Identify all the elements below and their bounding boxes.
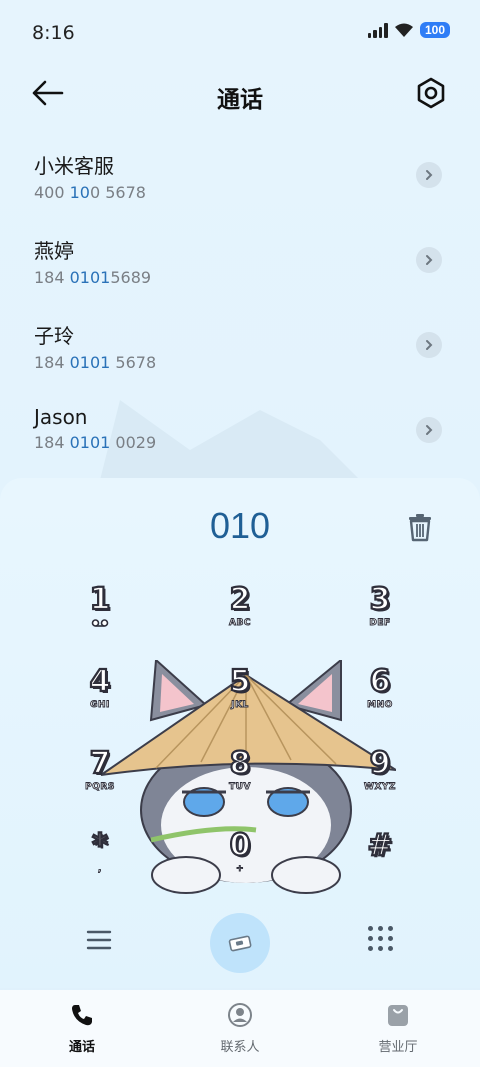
contact-name: Jason bbox=[34, 405, 88, 429]
key-7[interactable]: 7 PQRS bbox=[45, 745, 155, 816]
contact-row[interactable]: 小米客服 400 100 5678 bbox=[0, 134, 480, 219]
key-9[interactable]: 9 WXYZ bbox=[325, 745, 435, 816]
contact-row[interactable]: 燕婷 184 01015689 bbox=[0, 219, 480, 304]
chevron-right-icon bbox=[426, 425, 433, 435]
voicemail-icon bbox=[45, 618, 155, 631]
hamburger-icon bbox=[86, 930, 112, 950]
tab-store[interactable]: 营业厅 bbox=[348, 1002, 448, 1055]
key-2[interactable]: 2 ABC bbox=[185, 581, 295, 652]
key-1[interactable]: 1 bbox=[45, 581, 155, 652]
contact-number: 184 0101 5678 bbox=[34, 353, 157, 372]
menu-button[interactable] bbox=[86, 928, 112, 952]
contact-row[interactable]: Jason 184 0101 0029 bbox=[0, 389, 480, 474]
chevron-right-icon bbox=[426, 255, 433, 265]
tab-contacts-label: 联系人 bbox=[220, 1040, 260, 1055]
contact-detail-button[interactable] bbox=[416, 247, 442, 273]
phone-icon bbox=[72, 1005, 92, 1026]
key-4[interactable]: 4 GHI bbox=[45, 663, 155, 734]
contact-name: 小米客服 bbox=[34, 154, 114, 178]
contact-number: 400 100 5678 bbox=[34, 183, 146, 202]
contact-detail-button[interactable] bbox=[416, 162, 442, 188]
contact-number: 184 01015689 bbox=[34, 268, 152, 287]
key-8[interactable]: 8 TUV bbox=[185, 745, 295, 816]
user-circle-icon bbox=[228, 1003, 252, 1027]
tab-contacts[interactable]: 联系人 bbox=[190, 1002, 290, 1055]
contact-name: 燕婷 bbox=[34, 239, 74, 263]
key-star[interactable]: *, bbox=[45, 827, 155, 898]
signal-icon bbox=[367, 22, 388, 38]
status-bar: 8:16 100 bbox=[0, 0, 480, 68]
status-time: 8:16 bbox=[32, 22, 75, 44]
battery-icon: 100 bbox=[419, 22, 450, 38]
settings-button[interactable] bbox=[414, 76, 448, 110]
chevron-right-icon bbox=[426, 170, 433, 180]
key-0[interactable]: 0 + bbox=[185, 827, 295, 898]
delete-button[interactable] bbox=[406, 512, 434, 542]
contact-list: 小米客服 400 100 5678 燕婷 184 01015689 子玲 184… bbox=[0, 134, 480, 474]
contact-detail-button[interactable] bbox=[416, 417, 442, 443]
contact-detail-button[interactable] bbox=[416, 332, 442, 358]
tab-store-label: 营业厅 bbox=[378, 1040, 418, 1055]
phone-icon bbox=[228, 935, 252, 952]
wifi-icon bbox=[394, 22, 414, 38]
contact-row[interactable]: 子玲 184 0101 5678 bbox=[0, 304, 480, 389]
contact-number: 184 0101 0029 bbox=[34, 433, 157, 452]
key-5[interactable]: 5 JKL bbox=[185, 663, 295, 734]
contact-name: 子玲 bbox=[34, 324, 74, 348]
gear-icon bbox=[417, 77, 445, 109]
key-3[interactable]: 3 DEF bbox=[325, 581, 435, 652]
call-button[interactable] bbox=[210, 913, 270, 973]
trash-icon bbox=[409, 514, 431, 542]
status-icons: 100 bbox=[367, 22, 450, 38]
bottom-nav: 通话 联系人 营业厅 bbox=[0, 990, 480, 1067]
keypad-toggle-button[interactable] bbox=[368, 926, 394, 952]
chevron-right-icon bbox=[426, 340, 433, 350]
header: 通话 bbox=[0, 70, 480, 120]
key-6[interactable]: 6 MNO bbox=[325, 663, 435, 734]
tab-calls-label: 通话 bbox=[68, 1040, 95, 1055]
page-title: 通话 bbox=[217, 87, 263, 113]
shopping-bag-icon bbox=[388, 1005, 408, 1026]
key-hash[interactable]: # bbox=[325, 827, 435, 898]
tab-calls[interactable]: 通话 bbox=[32, 1002, 132, 1055]
